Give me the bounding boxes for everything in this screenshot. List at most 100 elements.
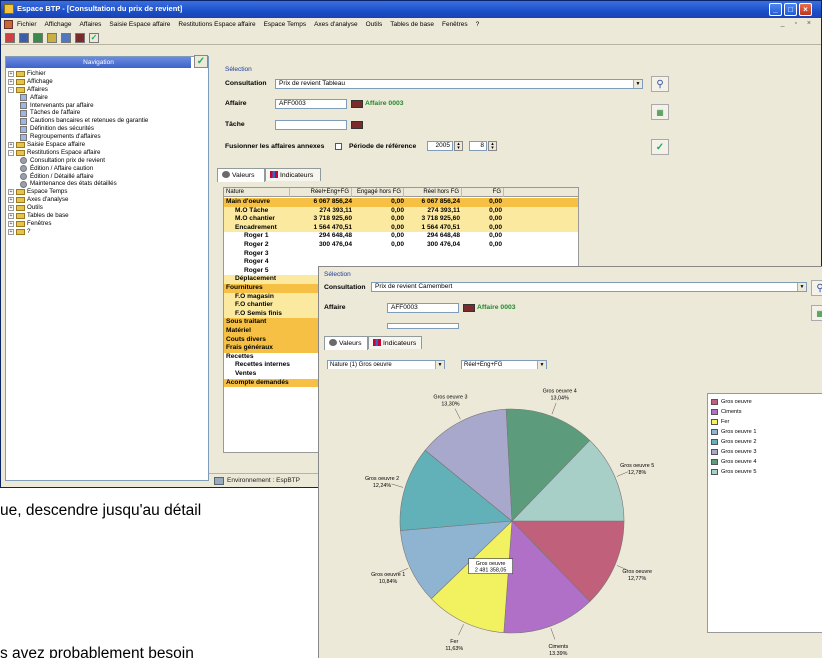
table-row[interactable]: Main d'oeuvre 6 067 856,24 0,00 6 067 856,2… <box>224 198 578 207</box>
nav-tree-item[interactable]: + Fichier <box>8 70 148 78</box>
col-fg[interactable]: FG <box>464 188 504 197</box>
expand-icon[interactable]: + <box>8 220 14 227</box>
consultation-combo[interactable]: Prix de revient Tableau ▼ <box>275 79 643 89</box>
menu-item[interactable]: ? <box>476 21 480 28</box>
expand-icon[interactable]: + <box>8 78 14 85</box>
tache-field[interactable] <box>387 323 459 329</box>
search-icon[interactable]: ⚲ <box>651 76 669 92</box>
menu-item[interactable]: Fichier <box>17 21 37 28</box>
nav-tree-item[interactable]: Définition des sécurités <box>8 125 148 133</box>
consultation-combo[interactable]: Prix de revient Camembert ▼ <box>371 282 807 292</box>
expand-icon[interactable]: + <box>8 141 14 148</box>
expand-icon[interactable]: + <box>8 212 14 219</box>
collapse-icon[interactable]: - <box>8 86 14 93</box>
nav-tree-item[interactable]: Consultation prix de revient <box>8 157 148 165</box>
nav-tree-item[interactable]: + Affichage <box>8 78 148 86</box>
checkmark-icon[interactable]: ✓ <box>89 33 99 43</box>
nav-tree-label: Édition / Affaire caution <box>30 164 94 172</box>
menu-item[interactable]: Axes d'analyse <box>314 21 358 28</box>
affaire-lookup-icon[interactable] <box>351 100 363 108</box>
tache-field[interactable] <box>275 120 347 130</box>
col-nature[interactable]: Nature <box>226 188 290 197</box>
tache-lookup-icon[interactable] <box>351 121 363 129</box>
nav-tree-item[interactable]: Édition / Affaire caution <box>8 165 148 173</box>
grid-icon[interactable] <box>33 33 43 43</box>
chevron-down-icon[interactable]: ▼ <box>537 361 546 369</box>
menu-item[interactable]: Outils <box>366 21 383 28</box>
nav-tree-item[interactable]: - Affaires <box>8 86 148 94</box>
year-spinner[interactable]: ▴ ▾ <box>454 141 463 151</box>
close-button[interactable]: × <box>799 3 812 16</box>
col-reel[interactable]: Réel+Eng+FG <box>292 188 352 197</box>
collapse-icon[interactable]: - <box>8 149 14 156</box>
menu-item[interactable]: Espace Temps <box>264 21 307 28</box>
table-row[interactable]: Encadrement 1 564 470,51 0,00 1 564 470,51 0… <box>224 223 578 233</box>
menu-item[interactable]: Saisie Espace affaire <box>109 21 170 28</box>
nav-tree-item[interactable]: + Saisie Espace affaire <box>8 141 148 149</box>
chevron-down-icon[interactable]: ▼ <box>633 80 642 88</box>
maximize-button[interactable]: □ <box>784 3 797 16</box>
nav-tree-item[interactable]: +? <box>8 228 148 236</box>
month-field[interactable]: 8 <box>469 141 487 151</box>
menu-item[interactable]: Affaires <box>80 21 102 28</box>
nav-tree-item[interactable]: - Restitutions Espace affaire <box>8 149 148 157</box>
menu-item[interactable]: Restitutions Espace affaire <box>178 21 255 28</box>
menu-item[interactable]: Affichage <box>45 21 72 28</box>
tab-indicateurs[interactable]: Indicateurs <box>368 336 422 349</box>
fusion-checkbox[interactable] <box>335 143 342 150</box>
document-menu-icon[interactable] <box>4 20 13 29</box>
menu-item[interactable]: Fenêtres <box>442 21 468 28</box>
chevron-down-icon[interactable]: ▼ <box>797 283 806 291</box>
export-excel-icon[interactable]: ▦ <box>651 104 669 120</box>
nav-tree-item[interactable]: Tâches de l'affaire <box>8 109 148 117</box>
nav-tree-item[interactable]: + Tables de base <box>8 212 148 220</box>
validate-icon[interactable]: ✓ <box>651 139 669 155</box>
expand-icon[interactable]: + <box>8 70 14 77</box>
nav-tree-item[interactable]: + Fenêtres <box>8 220 148 228</box>
tree-icon[interactable] <box>61 33 71 43</box>
report-icon[interactable] <box>47 33 57 43</box>
affaire-field[interactable]: AFF0003 <box>275 99 347 109</box>
tab-valeurs[interactable]: Valeurs <box>217 168 265 182</box>
folder-icon[interactable] <box>19 33 29 43</box>
affaire-field[interactable]: AFF0003 <box>387 303 459 313</box>
nav-tree-item[interactable]: + Axes d'analyse <box>8 196 148 204</box>
expand-icon[interactable]: + <box>8 189 14 196</box>
nav-tree-item[interactable]: Cautions bancaires et retenues de garant… <box>8 117 148 125</box>
table-row[interactable]: M.O chantier 3 718 925,60 0,00 3 718 925,60… <box>224 215 578 224</box>
affaire-lookup-icon[interactable] <box>463 304 475 312</box>
pin-navigation-icon[interactable]: ✓ <box>194 55 208 68</box>
expand-icon[interactable]: + <box>8 228 14 235</box>
pie-slice-label: Ciments <box>548 644 568 650</box>
expand-icon[interactable]: + <box>8 205 14 212</box>
tab-valeurs[interactable]: Valeurs <box>324 336 368 350</box>
nav-tree-item[interactable]: Édition / Détaillé affaire <box>8 173 148 181</box>
export-excel-icon[interactable]: ▦ <box>811 305 822 321</box>
nav-tree-item[interactable]: Regroupements d'affaires <box>8 133 148 141</box>
month-spinner[interactable]: ▴ ▾ <box>488 141 497 151</box>
mdi-window-controls[interactable]: _ ▫ × <box>781 20 815 27</box>
expand-icon[interactable]: + <box>8 197 14 204</box>
nav-tree-item[interactable]: + Espace Temps <box>8 188 148 196</box>
table-row[interactable]: Roger 1 294 648,48 0,00 294 648,48 0,00 <box>224 232 578 241</box>
exit-icon[interactable] <box>5 33 15 43</box>
selection-group: Sélection Consultation Prix de revient T… <box>217 59 643 159</box>
menu-item[interactable]: Tables de base <box>390 21 434 28</box>
chevron-down-icon[interactable]: ▼ <box>435 361 444 369</box>
document-icon <box>20 117 27 125</box>
table-row[interactable]: Roger 3 <box>224 249 578 259</box>
col-engage[interactable]: Engagé hors FG <box>354 188 404 197</box>
col-reel-hors-fg[interactable]: Réel hors FG <box>406 188 462 197</box>
tools-icon[interactable] <box>75 33 85 43</box>
tab-indicateurs[interactable]: Indicateurs <box>265 168 321 181</box>
minimize-button[interactable]: _ <box>769 3 782 16</box>
table-row[interactable]: Roger 2 300 476,04 0,00 300 476,04 0,00 <box>224 241 578 250</box>
search-icon[interactable]: ⚲ <box>811 280 822 296</box>
table-row[interactable]: M.O Tâche 274 393,11 0,00 274 393,11 0,00 <box>224 206 578 216</box>
nav-tree-item[interactable]: Intervenants par affaire <box>8 102 148 110</box>
year-field[interactable]: 2005 <box>427 141 453 151</box>
gear-icon <box>20 165 27 173</box>
nav-tree-item[interactable]: Maintenance des états détaillés <box>8 180 148 188</box>
nav-tree-item[interactable]: + Outils <box>8 204 148 212</box>
nav-tree-item[interactable]: Affaire <box>8 94 148 102</box>
